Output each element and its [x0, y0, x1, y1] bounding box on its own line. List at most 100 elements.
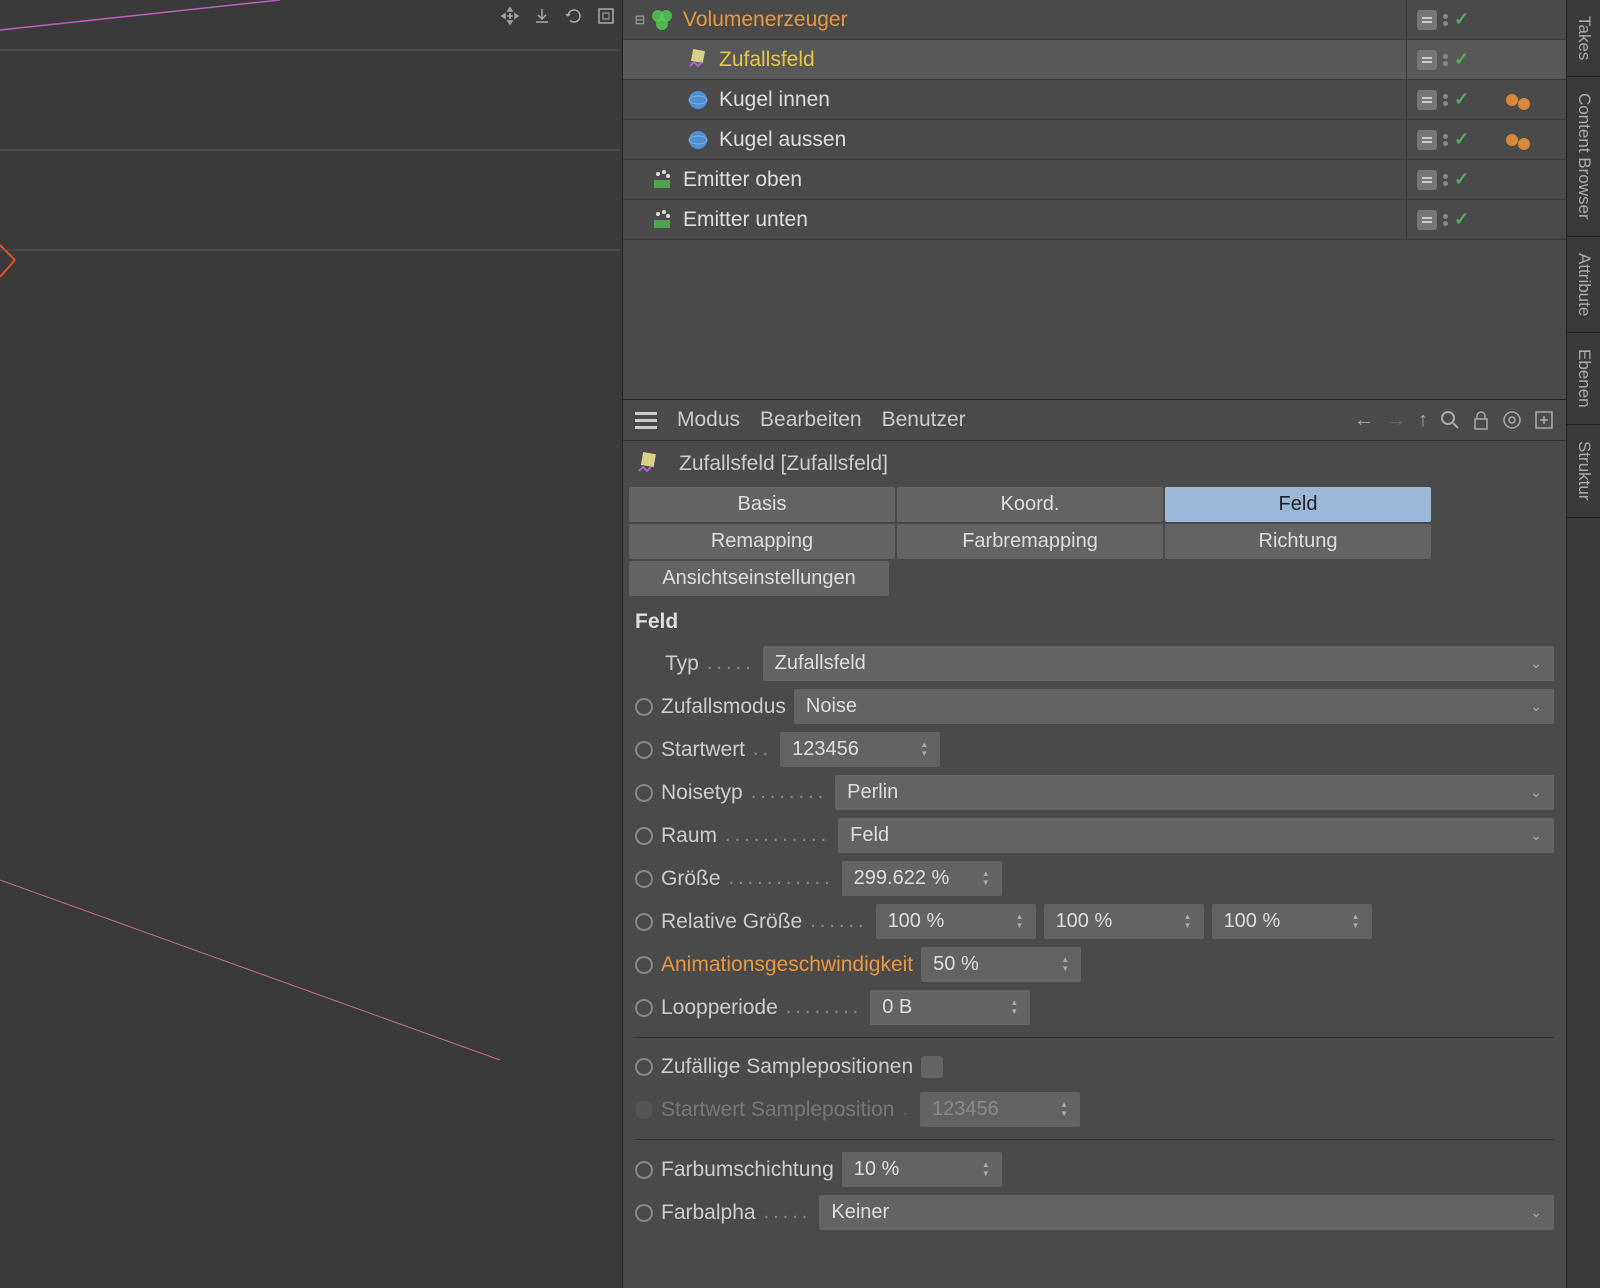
- object-row-emitter-unten[interactable]: Emitter unten ✓: [623, 200, 1566, 240]
- zufallsmodus-dropdown[interactable]: Noise⌄: [794, 689, 1554, 724]
- anim-input[interactable]: 50 %▲▼: [921, 947, 1081, 982]
- layer-tag-icon[interactable]: [1417, 130, 1437, 150]
- object-tags: ✓: [1406, 40, 1506, 79]
- object-tree[interactable]: ⊟ Volumenerzeuger ✓ Zufallsfeld ✓: [623, 0, 1566, 399]
- visibility-dots-icon[interactable]: [1443, 134, 1448, 146]
- hamburger-icon[interactable]: [635, 412, 657, 429]
- object-manager: ⊟ Volumenerzeuger ✓ Zufallsfeld ✓: [623, 0, 1566, 400]
- side-tab-attribute[interactable]: Attribute: [1567, 237, 1600, 333]
- zufpos-checkbox[interactable]: [921, 1056, 943, 1078]
- farbum-input[interactable]: 10 %▲▼: [842, 1152, 1002, 1187]
- attribute-manager: Modus Bearbeiten Benutzer ← → ↑ Zufallsf…: [623, 400, 1566, 1288]
- check-icon[interactable]: ✓: [1454, 209, 1469, 230]
- anim-dot[interactable]: [635, 1204, 653, 1222]
- search-icon[interactable]: [1440, 410, 1460, 430]
- check-icon[interactable]: ✓: [1454, 49, 1469, 70]
- layer-tag-icon[interactable]: [1417, 90, 1437, 110]
- field-raum: Raum ........... Feld⌄: [623, 814, 1566, 857]
- check-icon[interactable]: ✓: [1454, 9, 1469, 30]
- tab-richtung[interactable]: Richtung: [1165, 524, 1431, 559]
- side-tab-struktur[interactable]: Struktur: [1567, 425, 1600, 518]
- frame-icon[interactable]: [594, 4, 618, 28]
- field-label: Relative Größe: [661, 910, 802, 934]
- emitter-icon: [649, 207, 675, 233]
- field-loop: Loopperiode ........ 0 B▲▼: [623, 986, 1566, 1029]
- expand-icon[interactable]: ⊟: [631, 12, 649, 28]
- layer-tag-icon[interactable]: [1417, 50, 1437, 70]
- tab-koord[interactable]: Koord.: [897, 487, 1163, 522]
- visibility-dots-icon[interactable]: [1443, 94, 1448, 106]
- tab-basis[interactable]: Basis: [629, 487, 895, 522]
- viewport[interactable]: [0, 0, 623, 1288]
- side-tab-content-browser[interactable]: Content Browser: [1567, 77, 1600, 237]
- refresh-icon[interactable]: [562, 4, 586, 28]
- anim-dot[interactable]: [635, 999, 653, 1017]
- anim-dot[interactable]: [635, 698, 653, 716]
- layer-tag-icon[interactable]: [1417, 10, 1437, 30]
- noisetyp-dropdown[interactable]: Perlin⌄: [835, 775, 1554, 810]
- object-row-volumenerzeuger[interactable]: ⊟ Volumenerzeuger ✓: [623, 0, 1566, 40]
- tab-farbremapping[interactable]: Farbremapping: [897, 524, 1163, 559]
- tab-feld[interactable]: Feld: [1165, 487, 1431, 522]
- field-label: Loopperiode: [661, 996, 778, 1020]
- object-row-zufallsfeld[interactable]: Zufallsfeld ✓: [623, 40, 1566, 80]
- add-icon[interactable]: [1534, 410, 1554, 430]
- object-row-emitter-oben[interactable]: Emitter oben ✓: [623, 160, 1566, 200]
- check-icon[interactable]: ✓: [1454, 129, 1469, 150]
- menu-benutzer[interactable]: Benutzer: [882, 408, 966, 432]
- anim-dot[interactable]: [635, 1058, 653, 1076]
- nav-forward-icon[interactable]: →: [1386, 409, 1406, 432]
- rel-groesse-x-input[interactable]: 100 %▲▼: [876, 904, 1036, 939]
- tab-remapping[interactable]: Remapping: [629, 524, 895, 559]
- layer-tag-icon[interactable]: [1417, 210, 1437, 230]
- check-icon[interactable]: ✓: [1454, 89, 1469, 110]
- startwert-input[interactable]: 123456▲▼: [780, 732, 940, 767]
- layer-tag-icon[interactable]: [1417, 170, 1437, 190]
- rel-groesse-y-input[interactable]: 100 %▲▼: [1044, 904, 1204, 939]
- farbalpha-dropdown[interactable]: Keiner⌄: [819, 1195, 1554, 1230]
- menu-modus[interactable]: Modus: [677, 408, 740, 432]
- nav-up-icon[interactable]: ↑: [1418, 409, 1428, 432]
- side-tab-takes[interactable]: Takes: [1567, 0, 1600, 77]
- anim-dot[interactable]: [635, 741, 653, 759]
- anim-dot[interactable]: [635, 827, 653, 845]
- sphere-icon: [685, 127, 711, 153]
- anim-dot[interactable]: [635, 784, 653, 802]
- anim-dot[interactable]: [635, 956, 653, 974]
- typ-dropdown[interactable]: Zufallsfeld⌄: [763, 646, 1554, 681]
- attribute-title: Zufallsfeld [Zufallsfeld]: [679, 452, 888, 476]
- object-extra-tags[interactable]: [1506, 130, 1566, 150]
- field-label: Größe: [661, 867, 721, 891]
- object-extra-tags[interactable]: [1506, 90, 1566, 110]
- right-pane: ⊟ Volumenerzeuger ✓ Zufallsfeld ✓: [623, 0, 1566, 1288]
- object-row-kugel-innen[interactable]: Kugel innen ✓: [623, 80, 1566, 120]
- object-row-kugel-aussen[interactable]: Kugel aussen ✓: [623, 120, 1566, 160]
- volume-icon: [649, 7, 675, 33]
- visibility-dots-icon[interactable]: [1443, 14, 1448, 26]
- side-tab-ebenen[interactable]: Ebenen: [1567, 333, 1600, 425]
- object-tags: ✓: [1406, 80, 1506, 119]
- rel-groesse-z-input[interactable]: 100 %▲▼: [1212, 904, 1372, 939]
- menu-bearbeiten[interactable]: Bearbeiten: [760, 408, 862, 432]
- check-icon[interactable]: ✓: [1454, 169, 1469, 190]
- lock-icon[interactable]: [1472, 410, 1490, 430]
- object-label: Kugel innen: [719, 88, 1406, 112]
- visibility-dots-icon[interactable]: [1443, 214, 1448, 226]
- raum-dropdown[interactable]: Feld⌄: [838, 818, 1554, 853]
- visibility-dots-icon[interactable]: [1443, 54, 1448, 66]
- nav-back-icon[interactable]: ←: [1354, 409, 1374, 432]
- object-tags: ✓: [1406, 160, 1506, 199]
- anim-dot[interactable]: [635, 1161, 653, 1179]
- field-zufpos: Zufällige Samplepositionen: [623, 1046, 1566, 1088]
- move-icon[interactable]: [498, 4, 522, 28]
- visibility-dots-icon[interactable]: [1443, 174, 1448, 186]
- groesse-input[interactable]: 299.622 %▲▼: [842, 861, 1002, 896]
- tab-ansicht[interactable]: Ansichtseinstellungen: [629, 561, 889, 596]
- anim-dot: [635, 1101, 653, 1119]
- sphere-icon: [685, 87, 711, 113]
- target-icon[interactable]: [1502, 410, 1522, 430]
- download-icon[interactable]: [530, 4, 554, 28]
- loop-input[interactable]: 0 B▲▼: [870, 990, 1030, 1025]
- anim-dot[interactable]: [635, 870, 653, 888]
- anim-dot[interactable]: [635, 913, 653, 931]
